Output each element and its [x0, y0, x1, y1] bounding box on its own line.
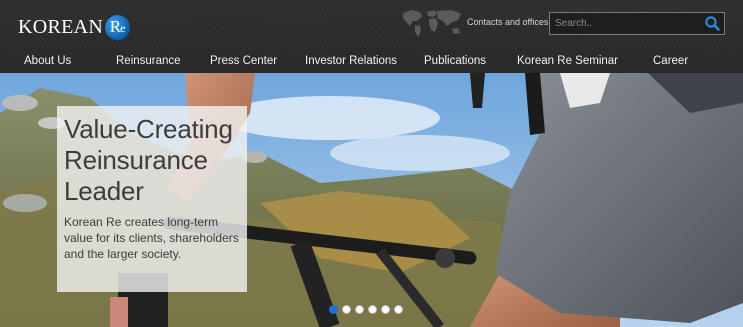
hero-description: Korean Re creates long-term value for it… — [64, 215, 239, 261]
nav-press-center[interactable]: Press Center — [210, 55, 277, 67]
search-box — [549, 12, 725, 35]
logo-wordmark: KOREAN — [18, 16, 104, 38]
slide-indicator — [329, 305, 403, 314]
search-input[interactable] — [550, 13, 700, 34]
nav-career[interactable]: Career — [653, 55, 688, 67]
nav-reinsurance[interactable]: Reinsurance — [116, 55, 181, 67]
site-header: KOREAN Re Contacts and offices About Us … — [0, 0, 743, 73]
slide-dot-3[interactable] — [355, 305, 364, 314]
logo-re-mark: Re — [105, 14, 131, 40]
nav-investor-relations[interactable]: Investor Relations — [305, 55, 397, 67]
slide-dot-6[interactable] — [394, 305, 403, 314]
world-map-icon — [403, 10, 461, 37]
korean-re-logo[interactable]: KOREAN Re — [18, 14, 131, 40]
slide-dot-5[interactable] — [381, 305, 390, 314]
nav-about-us[interactable]: About Us — [24, 55, 71, 67]
nav-publications[interactable]: Publications — [424, 55, 486, 67]
hero-banner: Value-Creating Reinsurance Leader Korean… — [0, 73, 743, 327]
nav-korean-re-seminar[interactable]: Korean Re Seminar — [517, 55, 618, 67]
hero-title: Value-Creating Reinsurance Leader — [64, 114, 233, 206]
contacts-link[interactable]: Contacts and offices — [467, 17, 548, 27]
slide-dot-2[interactable] — [342, 305, 351, 314]
hero-message-panel: Value-Creating Reinsurance Leader Korean… — [57, 106, 247, 292]
search-icon[interactable] — [704, 15, 721, 32]
slide-dot-1[interactable] — [329, 305, 338, 314]
slide-dot-4[interactable] — [368, 305, 377, 314]
